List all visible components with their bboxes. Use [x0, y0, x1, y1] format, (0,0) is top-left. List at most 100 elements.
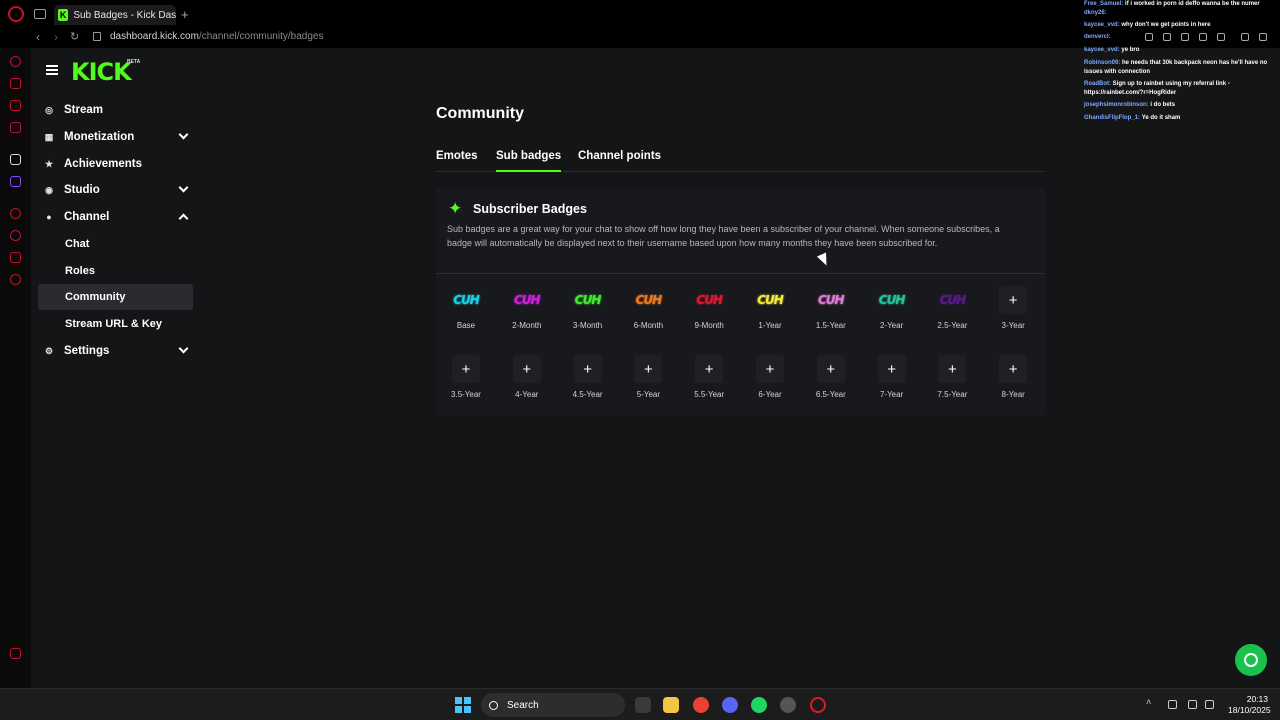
badge-slot[interactable]: +4-Year [505, 353, 549, 407]
nav-stream-url-key[interactable]: Stream URL & Key [38, 311, 193, 337]
browser-tab[interactable]: K Sub Badges - Kick Dashbo [54, 5, 176, 25]
badge-slot[interactable]: CUH 9-Month [687, 284, 731, 338]
add-badge-icon[interactable]: + [452, 355, 480, 383]
badge-slot[interactable]: +7-Year [870, 353, 914, 407]
badge-slot[interactable]: CUH 2-Year [870, 284, 914, 338]
badge-slot[interactable]: CUH 1.5-Year [809, 284, 853, 338]
url-field[interactable]: dashboard.kick.com/channel/community/bad… [110, 31, 323, 42]
tab-emotes[interactable]: Emotes [436, 150, 478, 172]
chat-username[interactable]: Free_Samuel: [1084, 1, 1123, 7]
spotify-icon[interactable] [751, 697, 767, 713]
add-badge-icon[interactable]: + [756, 355, 784, 383]
opera-logo-icon[interactable] [8, 6, 24, 22]
messenger-icon[interactable] [10, 100, 21, 111]
reload-icon[interactable]: ↻ [70, 30, 79, 43]
play-icon[interactable] [1199, 33, 1207, 41]
badge-slot[interactable]: +6.5-Year [809, 353, 853, 407]
badge-label: 1.5-Year [815, 321, 846, 330]
divider [436, 273, 1045, 274]
discord-icon[interactable] [722, 697, 738, 713]
snapshot-icon[interactable] [1145, 33, 1153, 41]
chat-message: Robinson09: he needs that 30k backpack n… [1084, 59, 1279, 76]
clock[interactable]: 20:13 18/10/2025 [1228, 694, 1271, 716]
badge-slot[interactable]: CUH 2-Month [505, 284, 549, 338]
add-badge-icon[interactable]: + [877, 355, 906, 383]
badge-slot[interactable]: +3-Year [991, 284, 1035, 338]
tab-channel-points[interactable]: Channel points [578, 150, 661, 172]
history-icon[interactable] [10, 230, 21, 241]
chat-username[interactable]: josephsimonrobinson: [1084, 102, 1149, 108]
tab-switcher-icon[interactable] [34, 9, 46, 19]
forward-icon[interactable]: › [54, 30, 58, 44]
add-badge-icon[interactable]: + [999, 286, 1028, 314]
kick-logo[interactable]: KICK [71, 58, 132, 86]
add-badge-icon[interactable]: + [999, 355, 1028, 383]
chat-username[interactable]: kaycee_vvd: [1084, 47, 1120, 53]
app-icon[interactable] [780, 697, 796, 713]
badge-slot[interactable]: +4.5-Year [566, 353, 610, 407]
chat-username[interactable]: denvercl: [1084, 34, 1111, 40]
extensions-icon[interactable] [10, 252, 21, 263]
chrome-icon[interactable] [693, 697, 709, 713]
shield-icon[interactable] [1181, 33, 1189, 41]
nav-channel[interactable]: ● Channel [38, 204, 193, 230]
add-badge-icon[interactable]: + [938, 355, 967, 383]
nav-studio[interactable]: ◉ Studio [38, 177, 193, 203]
badge-slot[interactable]: CUH 1-Year [748, 284, 792, 338]
badge-slot[interactable]: +6-Year [748, 353, 792, 407]
taskbar-search[interactable]: Search [481, 693, 625, 717]
opera-gx-icon[interactable] [810, 697, 826, 713]
badge-slot[interactable]: CUH 2.5-Year [930, 284, 974, 338]
nav-roles[interactable]: Roles [38, 258, 193, 284]
nav-monetization[interactable]: ▦ Monetization [38, 124, 193, 150]
badge-slot[interactable]: CUH 3-Month [566, 284, 610, 338]
sidebar-app-icon[interactable] [10, 122, 21, 133]
nav-stream[interactable]: ◎ Stream [38, 97, 193, 123]
volume-icon[interactable] [1205, 700, 1214, 709]
speed-dial-icon[interactable] [10, 56, 21, 67]
download-icon[interactable] [1163, 33, 1171, 41]
add-badge-icon[interactable]: + [695, 355, 724, 383]
badge-slot[interactable]: +7.5-Year [930, 353, 974, 407]
menu-icon[interactable] [1259, 33, 1267, 41]
add-badge-icon[interactable]: + [816, 355, 845, 383]
kick-sidebar-icon[interactable] [10, 154, 21, 165]
twitch-icon[interactable] [10, 176, 21, 187]
add-badge-icon[interactable]: + [573, 355, 602, 383]
gx-icon[interactable] [10, 648, 21, 659]
badge-slot[interactable]: CUH Base [444, 284, 488, 338]
wifi-icon[interactable] [1188, 700, 1197, 709]
chat-username[interactable]: dkny26: [1084, 10, 1107, 16]
chat-username[interactable]: kaycee_vvd: [1084, 22, 1120, 28]
tab-sub-badges[interactable]: Sub badges [496, 150, 562, 172]
badge-slot[interactable]: +5.5-Year [687, 353, 731, 407]
add-badge-icon[interactable]: + [634, 355, 663, 383]
nav-achievements[interactable]: ★ Achievements [38, 151, 193, 177]
player-icon[interactable] [10, 208, 21, 219]
badge-slot[interactable]: +8-Year [991, 353, 1035, 407]
chat-username[interactable]: RoadBot: [1084, 81, 1111, 87]
nav-community[interactable]: Community [38, 284, 193, 310]
help-chat-button[interactable] [1235, 644, 1267, 676]
add-badge-icon[interactable]: + [512, 355, 541, 383]
chat-username[interactable]: Robinson09: [1084, 60, 1120, 66]
chat-username[interactable]: GhandisFlipFlop_1: [1084, 115, 1140, 121]
badge-slot[interactable]: +5-Year [626, 353, 670, 407]
sidebar-app-icon[interactable] [10, 78, 21, 89]
nav-chat[interactable]: Chat [38, 231, 193, 257]
nav-settings[interactable]: ⚙ Settings [38, 338, 193, 364]
menu-icon[interactable] [46, 65, 58, 75]
file-explorer-icon[interactable] [663, 697, 679, 713]
badge-slot[interactable]: CUH 6-Month [626, 284, 670, 338]
badge-label: 6-Month [633, 321, 664, 330]
chevron-up-icon[interactable]: ˄ [1146, 697, 1155, 707]
new-tab-button[interactable]: + [181, 7, 189, 22]
profile-icon[interactable] [1241, 33, 1249, 41]
windows-start-icon[interactable] [455, 697, 471, 713]
badge-slot[interactable]: +3.5-Year [444, 353, 488, 407]
task-view-icon[interactable] [635, 697, 651, 713]
heart-icon[interactable] [1217, 33, 1225, 41]
microphone-icon[interactable] [1168, 700, 1177, 709]
back-icon[interactable]: ‹ [36, 30, 40, 44]
settings-icon[interactable] [10, 274, 21, 285]
